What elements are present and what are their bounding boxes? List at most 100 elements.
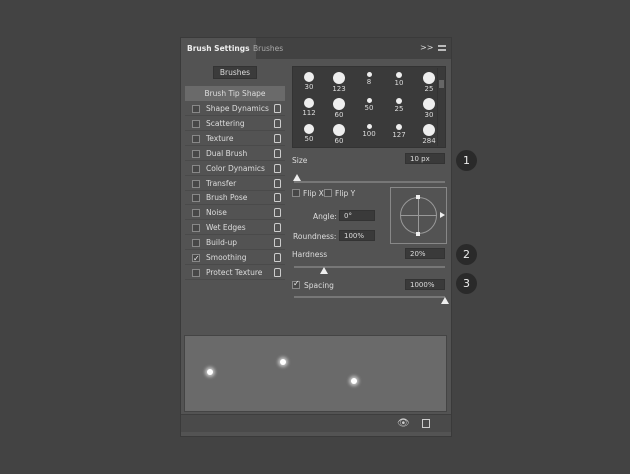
brush-size-label: 60 — [334, 111, 344, 119]
lock-icon[interactable] — [274, 163, 281, 173]
spacing-slider[interactable] — [294, 296, 445, 298]
brush-tip-icon — [396, 124, 402, 130]
brush-preset[interactable]: 60 — [326, 121, 352, 147]
tab-brushes[interactable]: Brushes — [247, 38, 289, 59]
brush-size-label: 10 — [394, 79, 404, 87]
flip-y-checkbox[interactable]: Flip Y — [324, 188, 364, 200]
brush-size-label: 8 — [366, 78, 372, 86]
checkbox[interactable] — [192, 119, 200, 128]
flip-y-label: Flip Y — [335, 189, 356, 198]
brush-preset[interactable]: 50 — [296, 121, 322, 147]
hardness-slider[interactable] — [294, 266, 445, 268]
brush-preset[interactable] — [356, 147, 382, 148]
option-shape-dynamics[interactable]: Shape Dynamics — [185, 102, 285, 116]
brush-preset[interactable]: 50 — [356, 95, 382, 122]
checkbox[interactable] — [292, 279, 300, 289]
lock-icon[interactable] — [274, 267, 281, 277]
option-label: Noise — [206, 208, 227, 218]
lock-icon[interactable] — [274, 238, 281, 248]
brush-tip-icon — [366, 124, 372, 129]
brushes-button[interactable]: Brushes — [213, 66, 257, 79]
brush-preset[interactable]: 112 — [296, 95, 322, 122]
brush-preset[interactable] — [296, 147, 322, 148]
checkbox[interactable] — [192, 179, 200, 188]
brush-preset[interactable] — [326, 147, 352, 148]
create-new-brush-icon[interactable] — [422, 419, 430, 428]
lock-icon[interactable] — [274, 208, 281, 218]
size-slider-thumb[interactable] — [293, 174, 302, 181]
angle-roundness-widget[interactable] — [390, 187, 447, 244]
option-dual-brush[interactable]: Dual Brush — [185, 147, 285, 161]
checkbox[interactable] — [192, 239, 200, 248]
spacing-slider-thumb[interactable] — [441, 297, 449, 304]
expand-icon[interactable]: >> — [420, 43, 433, 52]
size-slider[interactable] — [294, 181, 445, 183]
hardness-slider-thumb[interactable] — [320, 267, 329, 274]
option-brush-pose[interactable]: Brush Pose — [185, 191, 285, 206]
menu-icon[interactable] — [438, 45, 446, 51]
option-label: Transfer — [206, 178, 237, 188]
option-label: Color Dynamics — [206, 163, 265, 173]
option-label: Brush Pose — [206, 193, 248, 203]
option-noise[interactable]: Noise — [185, 206, 285, 221]
hardness-input[interactable]: 20% — [405, 248, 445, 259]
lock-icon[interactable] — [274, 223, 281, 233]
roundness-handle[interactable] — [416, 232, 420, 236]
option-transfer[interactable]: Transfer — [185, 177, 285, 191]
lock-icon[interactable] — [274, 118, 281, 128]
brush-preset[interactable]: 100 — [356, 121, 382, 147]
brush-tip-shape-item[interactable]: Brush Tip Shape — [185, 86, 285, 101]
spacing-checkbox[interactable]: Spacing — [292, 279, 352, 292]
option-label: Scattering — [206, 118, 245, 128]
lock-icon[interactable] — [274, 253, 281, 262]
grid-scrollbar[interactable] — [437, 68, 445, 146]
brush-preset[interactable]: 10 — [386, 69, 412, 96]
option-wet-edges[interactable]: Wet Edges — [185, 221, 285, 236]
brush-preset[interactable]: 123 — [326, 69, 352, 96]
option-scattering[interactable]: Scattering — [185, 117, 285, 131]
option-color-dynamics[interactable]: Color Dynamics — [185, 162, 285, 176]
callout-badge: 3 — [456, 273, 477, 294]
brush-preset[interactable]: 127 — [386, 121, 412, 147]
lock-icon[interactable] — [274, 178, 281, 188]
roundness-handle[interactable] — [416, 195, 420, 199]
option-smoothing[interactable]: Smoothing — [185, 251, 285, 266]
checkbox[interactable] — [192, 149, 200, 158]
tab-bar: Brush Settings Brushes >> — [181, 38, 451, 59]
brush-preset[interactable]: 8 — [356, 69, 382, 96]
checkbox[interactable] — [192, 194, 200, 203]
checkbox[interactable] — [192, 134, 200, 143]
brush-preset[interactable]: 25 — [386, 95, 412, 122]
brush-preset[interactable] — [416, 147, 442, 148]
brush-preset[interactable] — [386, 147, 412, 148]
lock-icon[interactable] — [274, 104, 281, 113]
brush-preset[interactable]: 30 — [296, 69, 322, 96]
lock-icon[interactable] — [274, 148, 281, 158]
roundness-label: Roundness: — [293, 232, 337, 241]
checkbox[interactable] — [192, 224, 200, 233]
checkbox[interactable] — [192, 252, 200, 266]
size-input[interactable]: 10 px — [405, 153, 445, 164]
toggle-preview-icon[interactable]: 👁 — [397, 418, 410, 429]
checkbox[interactable] — [324, 189, 332, 197]
checkbox[interactable] — [292, 189, 300, 197]
spacing-input[interactable]: 1000% — [405, 279, 445, 290]
angle-arrow-icon[interactable] — [440, 212, 445, 218]
checkbox[interactable] — [192, 209, 200, 218]
option-texture[interactable]: Texture — [185, 132, 285, 146]
tab-brush-settings[interactable]: Brush Settings — [181, 38, 256, 59]
lock-icon[interactable] — [274, 133, 281, 143]
brush-tip-icon — [396, 98, 402, 104]
brush-preset[interactable]: 60 — [326, 95, 352, 122]
checkbox[interactable] — [192, 105, 200, 113]
option-build-up[interactable]: Build-up — [185, 236, 285, 251]
option-label: Wet Edges — [206, 223, 246, 233]
brush-size-label: 123 — [332, 85, 346, 93]
angle-input[interactable]: 0° — [339, 210, 375, 221]
checkbox[interactable] — [192, 164, 200, 173]
lock-icon[interactable] — [274, 193, 281, 203]
option-protect-texture[interactable]: Protect Texture — [185, 266, 285, 280]
brush-dab — [280, 359, 286, 365]
roundness-input[interactable]: 100% — [339, 230, 375, 241]
checkbox[interactable] — [192, 268, 200, 277]
